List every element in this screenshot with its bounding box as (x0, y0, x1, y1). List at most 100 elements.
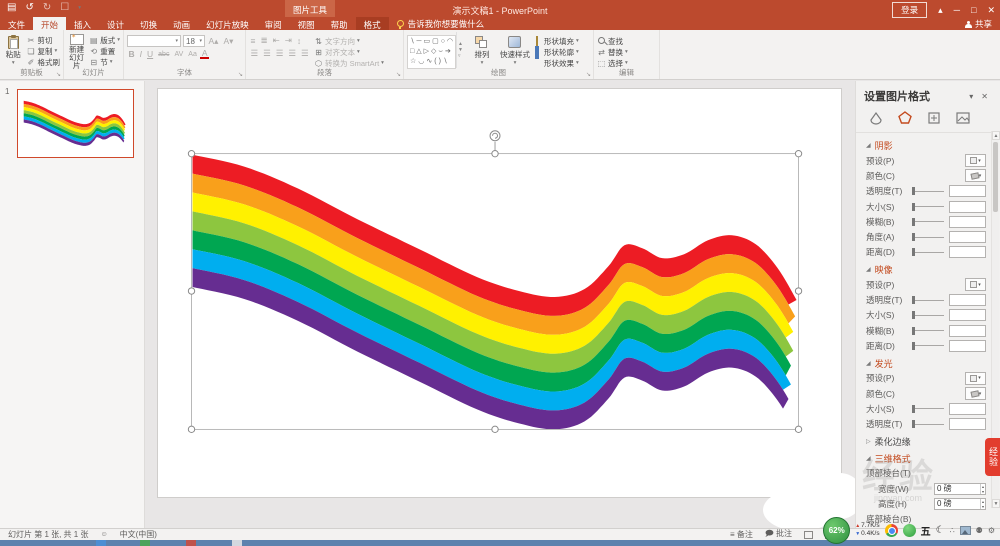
grow-font-icon[interactable]: A▴ (207, 36, 220, 47)
shape-icon[interactable]: △ (416, 47, 421, 57)
undo-icon[interactable]: ↺ (25, 2, 33, 14)
resize-handle[interactable] (492, 426, 498, 432)
resize-handle[interactable] (188, 426, 194, 432)
effects-tab-icon[interactable] (897, 110, 913, 126)
slider-track[interactable] (912, 424, 944, 425)
shape-icon[interactable]: ◠ (447, 37, 453, 47)
tab-动画[interactable]: 动画 (165, 17, 198, 30)
tell-me-box[interactable]: 告诉我你想要做什么 (389, 17, 493, 30)
char-spacing-button[interactable]: AV (173, 51, 185, 58)
spin-field[interactable]: 0 磅▴▾ (934, 483, 986, 495)
align-tool-icon[interactable]: ☰ (287, 48, 298, 59)
section-header-发光[interactable]: ◢发光 (866, 356, 986, 371)
fill-line-tab-icon[interactable] (868, 110, 884, 126)
normal-view-icon[interactable] (804, 531, 813, 539)
shape-icon[interactable]: ▢ (432, 37, 439, 47)
slider-track[interactable] (912, 237, 944, 238)
value-input[interactable] (949, 216, 986, 228)
shape-outline-button[interactable]: 形状轮廓▾ (533, 47, 579, 57)
quick-styles-button[interactable]: 快速样式▾ (500, 32, 530, 68)
minimize-button[interactable]: ─ (954, 5, 960, 15)
resize-handle[interactable] (188, 288, 194, 294)
align-text-button[interactable]: ⊞对齐文本▾ (314, 47, 384, 57)
underline-button[interactable]: U (146, 49, 155, 59)
size-properties-tab-icon[interactable] (926, 110, 942, 126)
shape-icon[interactable]: ▭ (423, 37, 430, 47)
shape-icon[interactable]: ∖ (443, 57, 447, 67)
tab-设计[interactable]: 设计 (99, 17, 132, 30)
cut-button[interactable]: ✂剪切 (27, 35, 61, 45)
clipboard-dialog-launcher[interactable]: ↘ (56, 71, 61, 78)
taskbar-icon[interactable] (140, 540, 150, 546)
font-color-button[interactable]: A (200, 49, 209, 59)
preset-button[interactable]: ▾ (965, 154, 986, 167)
shape-icon[interactable]: ▷ (424, 47, 429, 57)
tab-审阅[interactable]: 审阅 (257, 17, 290, 30)
value-input[interactable] (949, 231, 986, 243)
section-header-映像[interactable]: ◢映像 (866, 262, 986, 277)
shape-icon[interactable]: ∿ (426, 57, 432, 67)
scroll-up-icon[interactable]: ▲ (992, 131, 1000, 140)
paragraph-dialog-launcher[interactable]: ↘ (396, 71, 401, 78)
accessibility-icon[interactable]: ☺ (100, 531, 107, 538)
font-name-combo[interactable]: ▾ (127, 35, 181, 47)
shape-icon[interactable]: ( (434, 57, 436, 67)
layout-button[interactable]: ▤版式▾ (89, 35, 120, 45)
shape-icon[interactable]: ∖ (410, 37, 414, 47)
italic-button[interactable]: I (138, 49, 143, 59)
color-button[interactable]: ▾ (965, 169, 986, 182)
slider-track[interactable] (912, 191, 944, 192)
slide-thumbnail[interactable] (17, 89, 134, 158)
pane-menu-icon[interactable]: ▾ (965, 92, 977, 101)
paragraph-tool-icon[interactable]: ⇤ (271, 35, 281, 46)
format-painter-button[interactable]: ✐格式刷 (27, 57, 61, 67)
pane-close-icon[interactable]: ✕ (977, 92, 992, 101)
moon-icon[interactable]: ☾ (936, 525, 945, 536)
value-input[interactable] (949, 185, 986, 197)
screenshot-icon[interactable] (960, 526, 971, 535)
speedup-ball[interactable]: 62% (823, 517, 850, 544)
taskbar-icon[interactable] (232, 540, 242, 546)
resize-handle[interactable] (795, 288, 801, 294)
resize-handle[interactable] (492, 150, 498, 156)
redo-icon[interactable]: ↻ (43, 2, 51, 14)
shape-icon[interactable]: ─ (416, 37, 421, 47)
slide[interactable] (157, 88, 842, 498)
section-header-柔化边缘[interactable]: ▷柔化边缘 (866, 434, 986, 449)
shape-icon[interactable]: □ (410, 47, 414, 57)
change-case-button[interactable]: Aa (187, 51, 199, 58)
tab-开始[interactable]: 开始 (33, 17, 66, 30)
notes-button[interactable]: ≡ 备注 (730, 529, 753, 540)
value-input[interactable] (949, 294, 986, 306)
paragraph-tool-icon[interactable]: ≣ (259, 35, 269, 46)
color-button[interactable]: ▾ (965, 387, 986, 400)
rotation-handle[interactable] (490, 131, 500, 141)
taskbar-icon[interactable] (96, 540, 106, 546)
slide-canvas[interactable] (145, 81, 855, 528)
slider-track[interactable] (912, 330, 944, 331)
slider-track[interactable] (912, 408, 944, 409)
font-size-input[interactable] (186, 37, 198, 46)
paragraph-tool-icon[interactable]: ↕ (295, 36, 302, 46)
shape-icon[interactable]: ○ (441, 37, 445, 47)
tab-帮助[interactable]: 帮助 (323, 17, 356, 30)
bold-button[interactable]: B (127, 49, 136, 59)
align-tool-icon[interactable]: ☰ (262, 48, 273, 59)
paragraph-tool-icon[interactable]: ⇥ (283, 35, 293, 46)
align-tool-icon[interactable]: ☰ (274, 48, 285, 59)
shape-icon[interactable]: ◇ (431, 47, 436, 57)
find-button[interactable]: 查找 (597, 36, 628, 46)
slider-track[interactable] (912, 315, 944, 316)
section-header-阴影[interactable]: ◢阴影 (866, 138, 986, 153)
scroll-down-icon[interactable]: ▼ (992, 499, 1000, 508)
maximize-button[interactable]: □ (971, 5, 976, 15)
share-button[interactable]: 共享 (965, 18, 992, 30)
scrollbar-thumb[interactable] (993, 142, 998, 212)
spin-field[interactable]: 0 磅▴▾ (934, 498, 986, 510)
slider-track[interactable] (912, 300, 944, 301)
resize-handle[interactable] (188, 150, 194, 156)
shape-gallery-scroll[interactable]: ▲▼▿ (456, 32, 464, 68)
resize-handle[interactable] (795, 426, 801, 432)
new-slide-button[interactable]: 新建幻灯片 (67, 32, 86, 68)
section-button[interactable]: ⊟节▾ (89, 57, 120, 67)
